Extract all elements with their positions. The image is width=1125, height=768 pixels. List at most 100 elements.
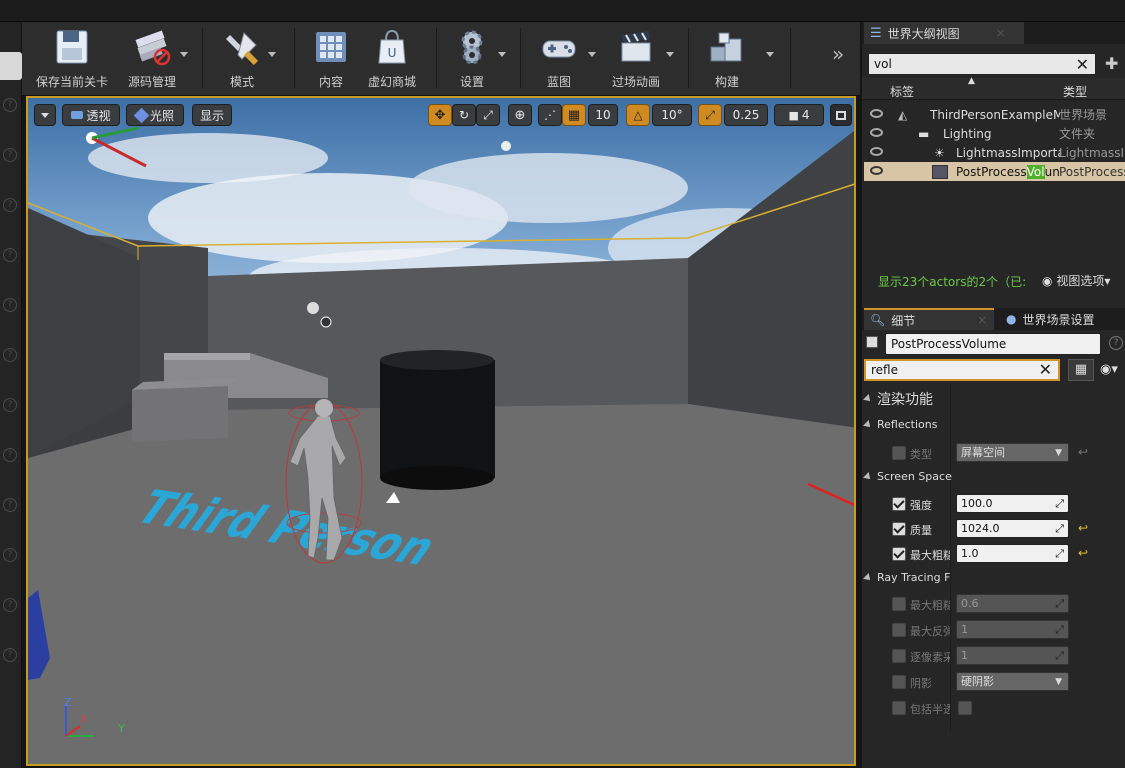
category-rendering-features[interactable]: 渲染功能 <box>863 389 933 409</box>
help-icon[interactable]: ? <box>3 398 17 412</box>
reset-to-default-icon[interactable]: ↩ <box>1078 546 1088 560</box>
visibility-eye-icon[interactable] <box>870 109 883 118</box>
tab-world-settings[interactable]: ● 世界场景设置 <box>1000 308 1125 330</box>
property-matrix-button[interactable]: ▦ <box>1068 359 1094 381</box>
rt-shadows-dropdown[interactable]: 硬阴影 ▼ <box>956 672 1069 691</box>
settings-button[interactable]: 设置 <box>450 24 494 92</box>
visibility-eye-icon[interactable] <box>870 147 883 156</box>
outliner-row-selected[interactable]: PostProcessVolun PostProcess <box>864 162 1125 181</box>
section-reflections[interactable]: Reflections <box>863 418 937 431</box>
override-checkbox[interactable] <box>892 701 906 715</box>
override-checkbox[interactable] <box>892 597 906 611</box>
details-search-input[interactable]: refle ✕ <box>864 359 1060 381</box>
visibility-eye-icon[interactable] <box>870 128 883 137</box>
help-icon[interactable]: ? <box>3 348 17 362</box>
outliner-row[interactable]: ▬ Lighting 文件夹 <box>864 124 1125 143</box>
main-toolbar: 保存当前关卡 源码管理 模式 内容 U 虚幻商城 设置 蓝图 过场动画 构建 » <box>22 22 860 96</box>
expand-arrow-icon <box>863 471 873 482</box>
reset-to-default-icon[interactable]: ↩ <box>1078 445 1088 459</box>
grid-snap-value[interactable]: 10 <box>588 104 618 126</box>
help-icon[interactable]: ? <box>3 98 17 112</box>
chevron-down-icon[interactable] <box>498 52 506 57</box>
blueprints-button[interactable]: 蓝图 <box>534 24 584 92</box>
override-checkbox[interactable] <box>892 497 906 511</box>
translate-tool-button[interactable]: ✥ <box>428 104 452 126</box>
help-icon[interactable]: ? <box>3 298 17 312</box>
build-button[interactable]: 构建 <box>702 24 752 92</box>
help-icon[interactable]: ? <box>3 598 17 612</box>
close-icon[interactable]: × <box>996 26 1006 40</box>
toolbar-overflow-button[interactable]: » <box>832 42 844 66</box>
lit-mode-button[interactable]: 光照 <box>126 104 184 126</box>
override-checkbox[interactable] <box>892 675 906 689</box>
chevron-down-icon[interactable] <box>268 52 276 57</box>
marketplace-button[interactable]: U 虚幻商城 <box>360 24 424 92</box>
help-icon[interactable]: ? <box>3 148 17 162</box>
eye-icon: ◉ <box>1042 274 1053 288</box>
override-checkbox[interactable] <box>892 547 906 561</box>
help-icon[interactable]: ? <box>3 248 17 262</box>
rotate-tool-button[interactable]: ↻ <box>452 104 476 126</box>
section-ray-tracing[interactable]: Ray Tracing F <box>863 571 950 584</box>
visibility-eye-icon[interactable] <box>870 166 883 175</box>
cinematics-button[interactable]: 过场动画 <box>604 24 668 92</box>
quality-field[interactable]: 1024.0 ⤢ <box>956 519 1069 538</box>
tab-world-outliner[interactable]: ☰ 世界大纲视图 × <box>864 22 1024 44</box>
visibility-filter-icon[interactable]: ◉▾ <box>1100 362 1118 377</box>
scene-render[interactable]: Third Person <box>28 98 856 766</box>
rotation-snap-value[interactable]: 10° <box>652 104 692 126</box>
rt-max-roughness-field[interactable]: 0.6 ⤢ <box>956 594 1069 613</box>
camera-speed-button[interactable]: ■ 4 <box>774 104 824 126</box>
max-roughness-field[interactable]: 1.0 ⤢ <box>956 544 1069 563</box>
level-viewport[interactable]: Third Person 透视 光照 显示 ✥ ↻ ⤢ ⊕ ⋰ ▦ 10 △ 1… <box>26 96 856 766</box>
maximize-viewport-button[interactable] <box>830 104 852 126</box>
source-control-button[interactable]: 源码管理 <box>120 24 184 92</box>
chevron-down-icon[interactable] <box>766 52 774 57</box>
perspective-button[interactable]: 透视 <box>62 104 120 126</box>
add-filter-icon[interactable]: ✚ <box>1105 54 1118 73</box>
left-panel-tab[interactable] <box>0 52 22 80</box>
close-icon[interactable]: × <box>977 313 987 327</box>
outliner-search-input[interactable]: vol ✕ <box>868 53 1096 75</box>
scale-snap-value[interactable]: 0.25 <box>724 104 768 126</box>
rt-samples-field[interactable]: 1 ⤢ <box>956 646 1069 665</box>
actor-name-field[interactable]: PostProcessVolume <box>885 333 1101 355</box>
coordinate-system-button[interactable]: ⊕ <box>508 104 532 126</box>
surface-snap-button[interactable]: ⋰ <box>538 104 562 126</box>
section-screen-space[interactable]: Screen Space <box>863 470 952 483</box>
viewport-options-button[interactable] <box>34 104 56 126</box>
rt-max-bounces-field[interactable]: 1 ⤢ <box>956 620 1069 639</box>
include-translucent-checkbox[interactable] <box>958 701 972 715</box>
help-icon[interactable]: ? <box>3 198 17 212</box>
modes-button[interactable]: 模式 <box>212 24 272 92</box>
rotation-snap-toggle[interactable]: △ <box>626 104 650 126</box>
scale-tool-button[interactable]: ⤢ <box>476 104 500 126</box>
help-icon[interactable]: ? <box>3 498 17 512</box>
override-checkbox[interactable] <box>892 446 906 460</box>
outliner-row[interactable]: ☀ LightmassImporta LightmassI <box>864 143 1125 162</box>
intensity-field[interactable]: 100.0 ⤢ <box>956 494 1069 513</box>
save-level-button[interactable]: 保存当前关卡 <box>32 24 112 92</box>
chevron-down-icon[interactable] <box>180 52 188 57</box>
scale-snap-toggle[interactable]: ⤢ <box>698 104 722 126</box>
clear-search-icon[interactable]: ✕ <box>1076 55 1089 74</box>
show-flags-button[interactable]: 显示 <box>192 104 232 126</box>
override-checkbox[interactable] <box>892 649 906 663</box>
chevron-down-icon[interactable] <box>588 52 596 57</box>
clear-search-icon[interactable]: ✕ <box>1039 360 1052 379</box>
help-icon[interactable]: ? <box>3 548 17 562</box>
content-button[interactable]: 内容 <box>306 24 356 92</box>
override-checkbox[interactable] <box>892 623 906 637</box>
reset-to-default-icon[interactable]: ↩ <box>1078 521 1088 535</box>
grid-snap-toggle[interactable]: ▦ <box>562 104 586 126</box>
help-icon[interactable]: ? <box>3 448 17 462</box>
override-checkbox[interactable] <box>892 522 906 536</box>
help-icon[interactable]: ? <box>3 648 17 662</box>
tab-details[interactable]: 🔍︎ 细节 × <box>864 308 994 330</box>
lightmass-icon: ☀ <box>934 145 945 160</box>
view-options-button[interactable]: ◉ 视图选项▾ <box>1042 272 1110 289</box>
reflection-type-dropdown[interactable]: 屏幕空间 ▼ <box>956 443 1069 462</box>
chevron-down-icon[interactable] <box>666 52 674 57</box>
help-icon[interactable]: ? <box>1109 336 1123 350</box>
outliner-row[interactable]: ◭ ThirdPersonExampleM 世界场景 <box>864 105 1125 124</box>
